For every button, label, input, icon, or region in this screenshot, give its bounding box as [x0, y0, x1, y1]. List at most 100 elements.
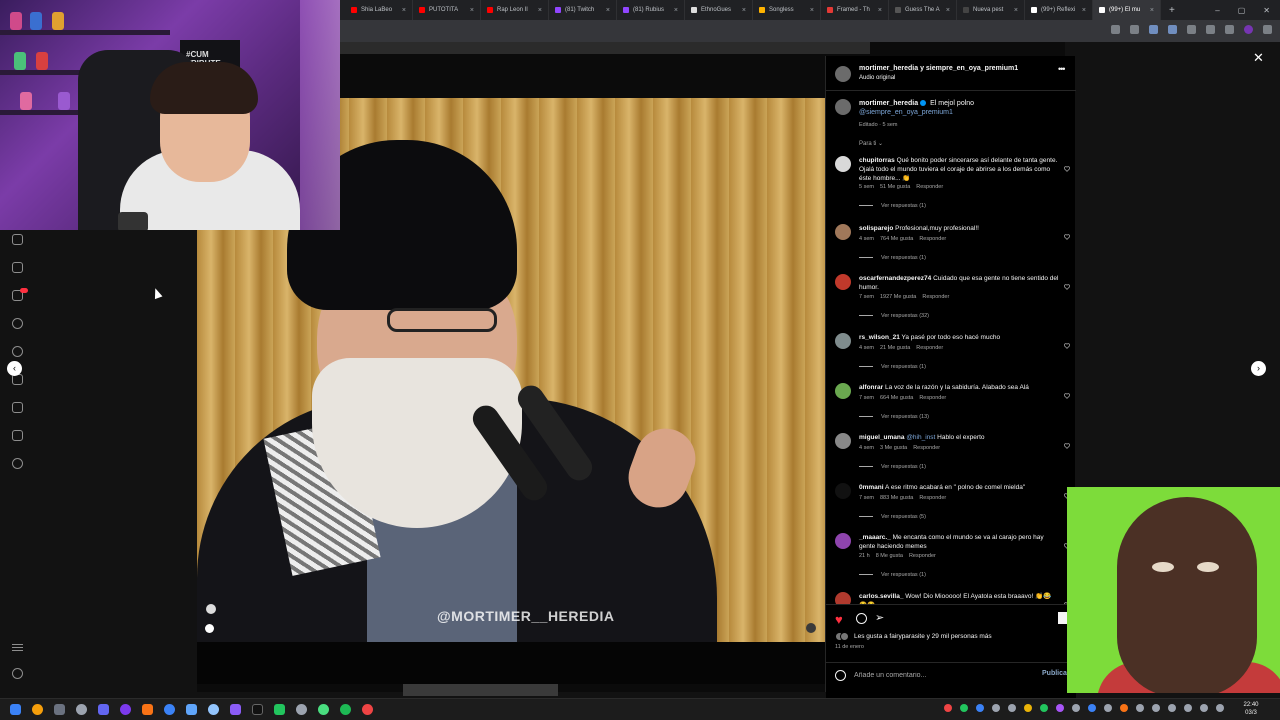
tray-icon[interactable] — [1024, 704, 1032, 712]
app-icon[interactable] — [296, 704, 307, 715]
like-comment-heart-icon[interactable] — [1063, 336, 1071, 349]
app-icon[interactable] — [76, 704, 87, 715]
app-icon[interactable] — [318, 704, 329, 715]
comment-sort[interactable]: Para ti ⌄ — [859, 140, 883, 147]
reply-button[interactable]: Responder — [919, 236, 946, 242]
like-comment-heart-icon[interactable] — [1063, 227, 1071, 240]
tab-close-icon[interactable]: × — [946, 7, 950, 14]
avatar[interactable] — [835, 533, 851, 549]
browser-tab[interactable]: Guess The A × — [889, 0, 957, 20]
comment-user[interactable]: alfonrar — [859, 384, 883, 391]
tab-close-icon[interactable]: × — [878, 7, 882, 14]
explore-icon[interactable] — [12, 346, 23, 357]
extensions-puzzle-icon[interactable] — [1187, 25, 1196, 34]
maximize-icon[interactable]: ▢ — [1238, 6, 1246, 15]
battery-icon[interactable] — [1216, 704, 1224, 712]
browser-tab[interactable]: Songless × — [753, 0, 821, 20]
avatar[interactable] — [835, 433, 851, 449]
extension-icon[interactable] — [1168, 25, 1177, 34]
more-options-icon[interactable]: ••• — [1058, 64, 1066, 74]
browser-tab[interactable]: Nueva pest × — [957, 0, 1025, 20]
tray-icon[interactable] — [1008, 704, 1016, 712]
spotify-icon[interactable] — [340, 704, 351, 715]
home-icon[interactable] — [12, 234, 23, 245]
comment-user[interactable]: rs_wilson_21 — [859, 334, 900, 341]
browser-tab[interactable]: (81) Twitch × — [549, 0, 617, 20]
comment-likes[interactable]: 3 Me gusta — [880, 445, 907, 451]
comment-likes[interactable]: 1927 Me gusta — [880, 294, 916, 300]
sidebar-icon[interactable] — [1225, 25, 1234, 34]
tray-icon[interactable] — [976, 704, 984, 712]
comment-user[interactable]: oscarfernandezperez74 — [859, 275, 931, 282]
comment-mention[interactable]: @hih_inst — [906, 434, 935, 441]
avatar[interactable] — [835, 66, 851, 82]
tray-icon[interactable] — [960, 704, 968, 712]
bookmark-icon[interactable] — [1058, 612, 1067, 624]
browser-tab[interactable]: Framed - Th × — [821, 0, 889, 20]
extension-icon[interactable] — [1149, 25, 1158, 34]
wifi-icon[interactable] — [1184, 704, 1192, 712]
comment-user[interactable]: miguel_umana — [859, 434, 905, 441]
pin-icon[interactable] — [1206, 25, 1215, 34]
like-comment-heart-icon[interactable] — [1063, 159, 1071, 172]
avatar[interactable] — [835, 333, 851, 349]
reels-icon[interactable] — [12, 262, 23, 273]
browser-tab[interactable]: PUTOTITA × — [413, 0, 481, 20]
reply-button[interactable]: Responder — [919, 395, 946, 401]
previous-post-button[interactable]: ‹ — [7, 361, 22, 376]
app-icon[interactable] — [274, 704, 285, 715]
close-window-icon[interactable]: ✕ — [1263, 6, 1270, 15]
search-icon[interactable] — [12, 318, 23, 329]
like-comment-heart-icon[interactable] — [1063, 386, 1071, 399]
minimize-icon[interactable]: – — [1215, 6, 1219, 15]
caption-mention[interactable]: @siempre_en_oya_premium1 — [859, 109, 953, 116]
new-tab-button[interactable]: + — [1161, 5, 1183, 16]
likes-count[interactable]: Les gusta a fairyparasite y 29 mil perso… — [854, 633, 992, 640]
tray-icon[interactable] — [1152, 704, 1160, 712]
tab-close-icon[interactable]: × — [1150, 7, 1154, 14]
app-icon[interactable] — [208, 704, 219, 715]
avatar[interactable] — [835, 274, 851, 290]
comment-user[interactable]: chupitorras — [859, 157, 895, 164]
like-comment-heart-icon[interactable] — [1063, 436, 1071, 449]
avatar[interactable] — [835, 224, 851, 240]
browser-tab[interactable]: Shia LaBeo × — [345, 0, 413, 20]
browser-tab[interactable]: Rap Leon Il × — [481, 0, 549, 20]
app-icon[interactable] — [54, 704, 65, 715]
tab-close-icon[interactable]: × — [1082, 7, 1086, 14]
comment-input[interactable] — [854, 668, 1034, 682]
emoji-icon[interactable] — [835, 670, 846, 681]
reply-button[interactable]: Responder — [919, 495, 946, 501]
view-replies-button[interactable]: Ver respuestas (1) — [859, 464, 926, 470]
comment-likes[interactable]: 764 Me gusta — [880, 236, 913, 242]
comment-likes[interactable]: 51 Me gusta — [880, 184, 910, 190]
browser-tab[interactable]: (81) Rubius × — [617, 0, 685, 20]
next-post-button[interactable]: › — [1251, 361, 1266, 376]
reply-button[interactable]: Responder — [922, 294, 949, 300]
comment-user[interactable]: 0mmani — [859, 484, 884, 491]
comment-likes[interactable]: 21 Me gusta — [880, 345, 910, 351]
tray-icon[interactable] — [1120, 704, 1128, 712]
app-icon[interactable] — [98, 704, 109, 715]
profile-avatar[interactable] — [1244, 25, 1253, 34]
avatar[interactable] — [835, 483, 851, 499]
comment-user[interactable]: carlos.sevilla_ — [859, 593, 903, 600]
view-replies-button[interactable]: Ver respuestas (1) — [859, 364, 926, 370]
tab-close-icon[interactable]: × — [1014, 7, 1018, 14]
view-replies-button[interactable]: Ver respuestas (13) — [859, 414, 929, 420]
avatar[interactable] — [835, 99, 851, 115]
browser-tab[interactable]: (99+) El mu × — [1093, 0, 1161, 20]
comment-likes[interactable]: 8 Me gusta — [876, 553, 903, 559]
tray-icon[interactable] — [992, 704, 1000, 712]
tab-close-icon[interactable]: × — [674, 7, 678, 14]
comment-likes[interactable]: 664 Me gusta — [880, 395, 913, 401]
windows-start-icon[interactable] — [10, 704, 21, 715]
more-menu-icon[interactable] — [12, 640, 23, 651]
create-icon[interactable] — [12, 402, 23, 413]
tray-icon[interactable] — [1168, 704, 1176, 712]
post-author[interactable]: mortimer_heredia y siempre_en_oya_premiu… — [859, 65, 1018, 72]
tab-close-icon[interactable]: × — [810, 7, 814, 14]
tray-icon[interactable] — [1072, 704, 1080, 712]
view-replies-button[interactable]: Ver respuestas (1) — [859, 572, 926, 578]
tab-close-icon[interactable]: × — [402, 7, 406, 14]
